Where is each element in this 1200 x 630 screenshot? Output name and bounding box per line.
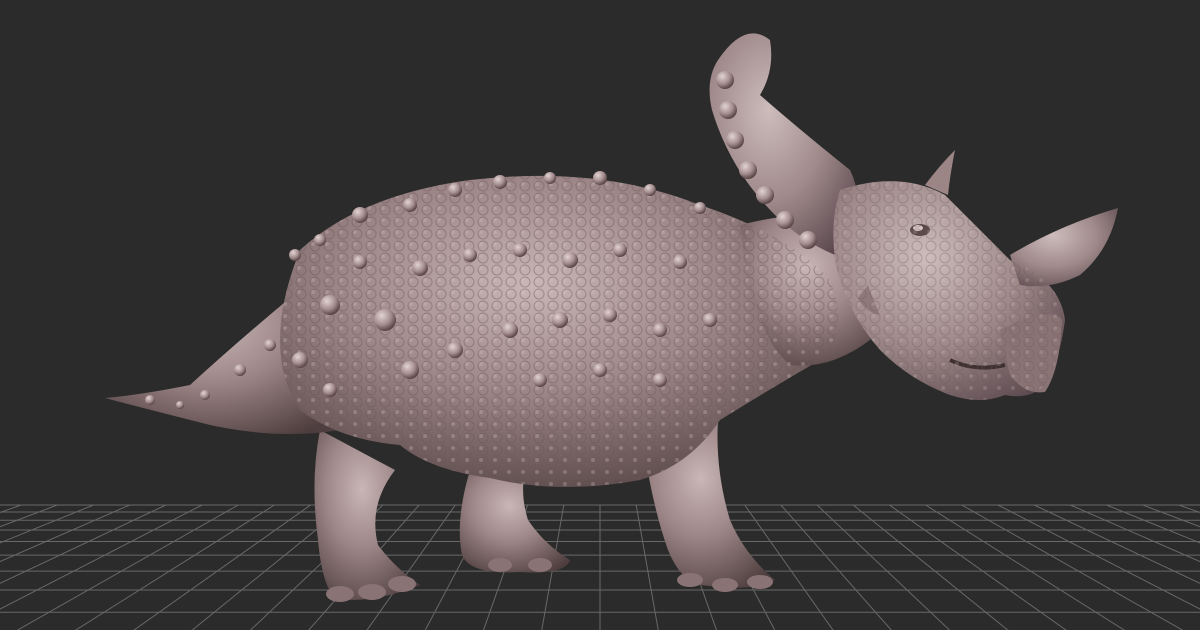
osteoderm-bump xyxy=(289,249,301,261)
osteoderm-bump xyxy=(403,198,417,212)
grid-line xyxy=(1178,504,1200,514)
osteoderm-bump xyxy=(703,313,717,327)
osteoderm-bump xyxy=(200,390,210,400)
grid-line xyxy=(0,504,203,610)
grid-line xyxy=(1142,504,1200,528)
osteoderm-bump xyxy=(552,312,568,328)
grid-line xyxy=(961,504,1184,630)
dinosaur-sculpt-icon xyxy=(105,33,1118,602)
grid-line xyxy=(1033,504,1200,584)
osteoderm-bump xyxy=(412,260,428,276)
grid-line xyxy=(925,504,1126,630)
grid-line xyxy=(74,504,275,630)
osteoderm-bump xyxy=(653,373,667,387)
grid-line xyxy=(0,504,22,514)
osteoderm-bump xyxy=(644,184,656,196)
osteoderm-bump xyxy=(314,234,326,246)
3d-viewport[interactable] xyxy=(0,0,1200,630)
osteoderm-bump xyxy=(493,175,507,189)
osteoderm-bump xyxy=(562,252,578,268)
grid-line xyxy=(0,504,130,563)
grid-line xyxy=(0,504,167,584)
osteoderm-bump xyxy=(374,309,396,331)
grid-line xyxy=(816,504,951,630)
grid-line xyxy=(1070,504,1200,563)
osteoderm-bump xyxy=(234,364,246,376)
osteoderm-bump xyxy=(145,395,155,405)
osteoderm-bump xyxy=(352,207,368,223)
grid-line xyxy=(0,504,94,544)
osteoderm-bump xyxy=(353,255,367,269)
osteoderm-bump xyxy=(292,352,308,368)
floor-grid xyxy=(0,504,1200,630)
osteoderm-bump xyxy=(653,323,667,337)
grid-line xyxy=(1106,504,1200,544)
osteoderm-bump xyxy=(323,383,337,397)
grid-line xyxy=(0,504,58,528)
sculpt-scene xyxy=(0,33,1200,630)
grid-line xyxy=(780,504,892,630)
osteoderm-bump xyxy=(613,243,627,257)
osteoderm-bump xyxy=(447,342,463,358)
osteoderm-bump xyxy=(401,361,419,379)
grid-line xyxy=(997,504,1200,610)
osteoderm-bump xyxy=(593,171,607,185)
osteoderm-bump xyxy=(603,308,617,322)
grid-line xyxy=(16,504,239,630)
osteoderm-bump xyxy=(264,339,276,351)
osteoderm-bump xyxy=(513,243,527,257)
osteoderm-bump xyxy=(176,401,184,409)
osteoderm-bump xyxy=(544,172,556,184)
osteoderm-bump xyxy=(593,363,607,377)
osteoderm-bump xyxy=(463,248,477,262)
osteoderm-bump xyxy=(320,295,340,315)
osteoderm-bump xyxy=(694,202,706,214)
osteoderm-bump xyxy=(502,322,518,338)
osteoderm-bump xyxy=(533,373,547,387)
osteoderm-bump xyxy=(673,255,687,269)
osteoderm-bump xyxy=(448,183,462,197)
grid-line xyxy=(635,504,659,630)
